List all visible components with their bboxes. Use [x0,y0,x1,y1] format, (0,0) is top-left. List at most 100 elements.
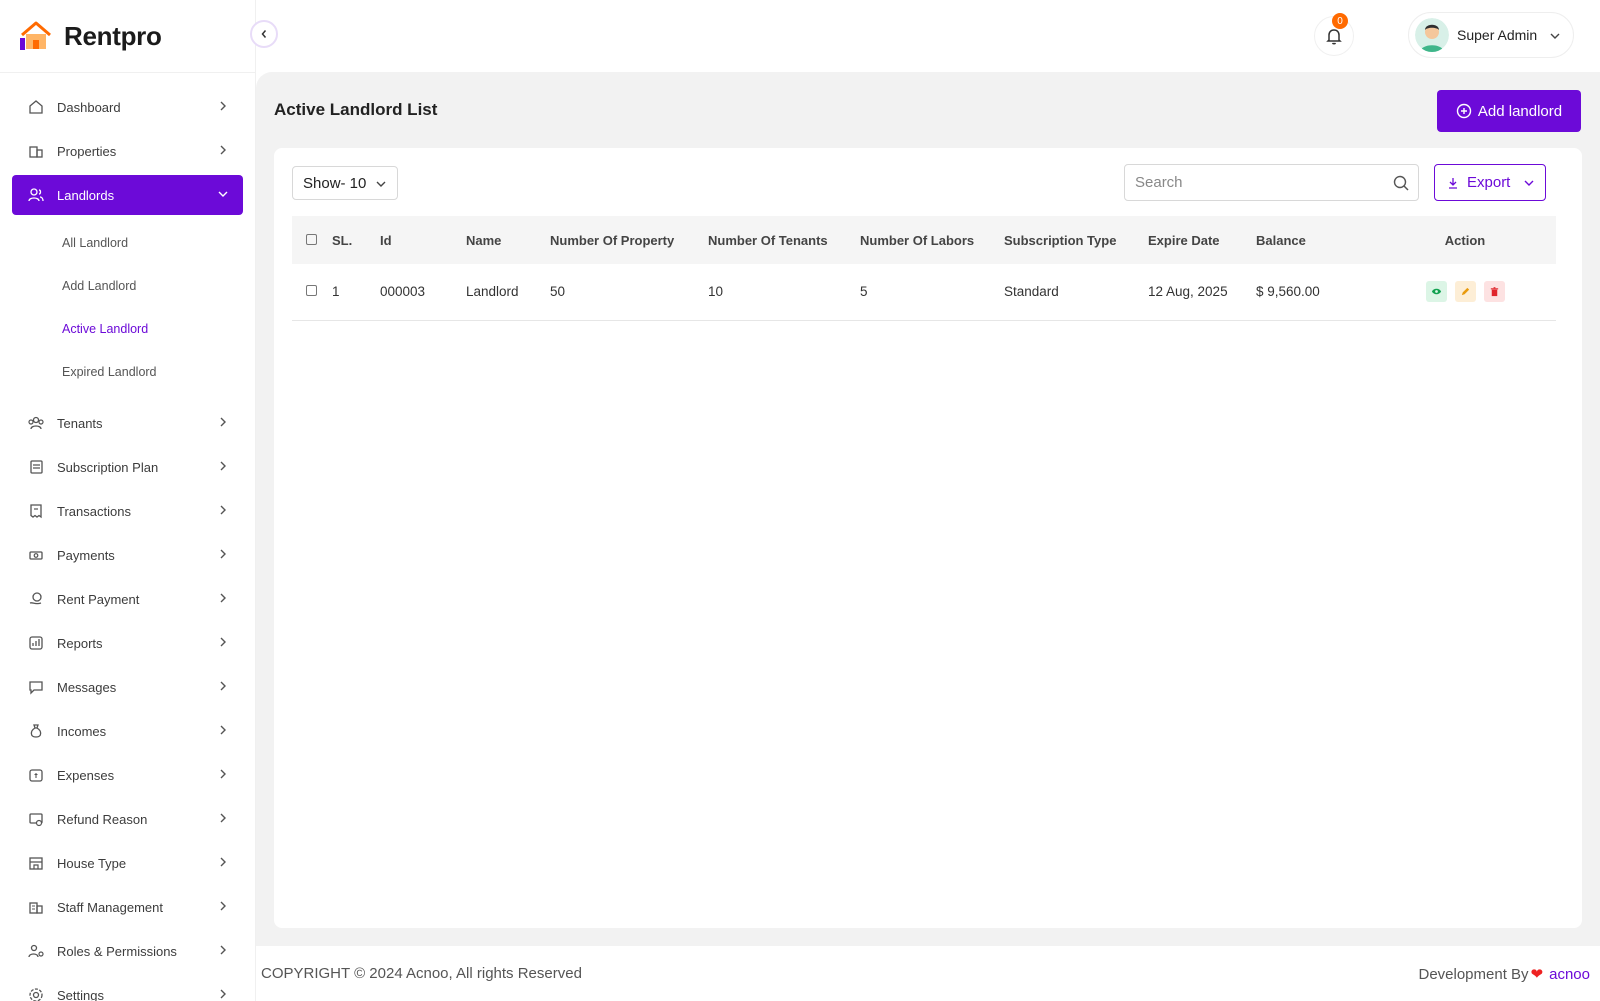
sidebar-item-transactions[interactable]: Transactions [12,491,243,531]
show-entries-value: Show- 10 [303,174,367,192]
column-header: Number Of Labors [860,232,975,248]
edit-button[interactable] [1454,281,1476,303]
chevron-right-icon [220,989,226,999]
sidebar-item-label: Landlords [57,187,115,203]
submenu-active-landlord[interactable]: Active Landlord [0,307,255,350]
chevron-right-icon [220,901,226,911]
sidebar-item-subscription-plan[interactable]: Subscription Plan [12,447,243,487]
wallet-icon [27,766,45,784]
column-header: Id [380,232,392,248]
building-icon [27,142,45,160]
row-checkbox[interactable] [306,285,317,297]
cash-icon [27,546,45,564]
select-all-checkbox[interactable] [306,233,317,245]
chat-icon [27,678,45,696]
sidebar-item-refund-reason[interactable]: Refund Reason [12,799,243,839]
sidebar-item-expenses[interactable]: Expenses [12,755,243,795]
money-bag-icon [27,722,45,740]
chevron-right-icon [220,945,226,955]
landlord-table: SL. Id Name Number Of Property Number Of… [292,216,1556,321]
submenu-add-landlord[interactable]: Add Landlord [0,264,255,307]
chevron-right-icon [220,857,226,867]
sidebar-item-incomes[interactable]: Incomes [12,711,243,751]
house-type-icon [27,854,45,872]
page-title: Active Landlord List [274,100,438,119]
add-landlord-label: Add landlord [1477,102,1563,120]
developer-link[interactable]: acnoo [1549,966,1590,983]
eye-icon [1431,289,1441,295]
column-header: Expire Date [1148,232,1220,248]
footer: COPYRIGHT © 2024 Acnoo, All rights Reser… [256,946,1600,1001]
download-icon [1449,177,1457,189]
export-button[interactable]: Export [1434,164,1546,201]
export-label: Export [1467,174,1511,191]
sidebar-item-label: Incomes [57,723,107,739]
sidebar-item-messages[interactable]: Messages [12,667,243,707]
column-header: SL. [332,232,353,248]
receipt-icon [27,502,45,520]
sidebar: Rentpro Dashboard Properties Landlords A… [0,0,256,1001]
landlords-submenu: All Landlord Add Landlord Active Landlor… [0,219,255,399]
sidebar-item-settings[interactable]: Settings [12,975,243,1001]
plus-circle-icon [1456,103,1472,119]
trash-icon [1490,287,1498,297]
landlord-list-card: Show- 10 Export SL. Id Name Number O [274,148,1582,928]
roles-icon [27,942,45,960]
sidebar-nav: Dashboard Properties Landlords All Landl… [0,73,255,1001]
users-icon [27,186,45,204]
brand[interactable]: Rentpro [0,0,255,73]
cell-labors: 5 [860,264,1004,321]
sidebar-item-tenants[interactable]: Tenants [12,403,243,443]
cell-tenants: 10 [708,264,860,321]
plan-icon [27,458,45,476]
sidebar-item-label: Roles & Permissions [57,943,177,959]
coin-hand-icon [27,590,45,608]
sidebar-item-label: Transactions [57,503,131,519]
chevron-right-icon [220,101,226,111]
topbar: 0 Super Admin [256,0,1600,72]
avatar [1415,18,1449,52]
chevron-down-icon [376,181,386,187]
heart-icon: ❤ [1530,966,1544,983]
sidebar-item-staff-management[interactable]: Staff Management [12,887,243,927]
chevron-right-icon [220,769,226,779]
sidebar-collapse-button[interactable] [250,20,278,48]
chevron-right-icon [220,637,226,647]
show-entries-select[interactable]: Show- 10 [292,166,398,200]
sidebar-item-label: Payments [57,547,115,563]
view-button[interactable] [1425,281,1447,303]
sidebar-item-landlords[interactable]: Landlords [12,175,243,215]
chevron-right-icon [220,549,226,559]
gear-icon [27,986,45,1001]
logo-icon [20,21,51,50]
delete-button[interactable] [1483,281,1505,303]
sidebar-item-dashboard[interactable]: Dashboard [12,87,243,127]
sidebar-item-label: Reports [57,635,103,651]
cell-properties: 50 [550,264,708,321]
sidebar-item-payments[interactable]: Payments [12,535,243,575]
row-actions [1374,281,1556,303]
home-icon [27,98,45,116]
submenu-expired-landlord[interactable]: Expired Landlord [0,350,255,393]
developer-credit: Development By ❤ acnoo [1418,965,1590,984]
sidebar-item-properties[interactable]: Properties [12,131,243,171]
chevron-right-icon [220,461,226,471]
copyright-text: COPYRIGHT © 2024 Acnoo, All rights Reser… [261,965,582,982]
search-icon[interactable] [1392,174,1410,192]
user-menu[interactable]: Super Admin [1408,12,1574,58]
submenu-all-landlord[interactable]: All Landlord [0,221,255,264]
column-header: Action [1444,232,1486,248]
sidebar-item-rent-payment[interactable]: Rent Payment [12,579,243,619]
chevron-down-icon [218,191,228,197]
sidebar-item-label: Rent Payment [57,591,140,607]
sidebar-item-house-type[interactable]: House Type [12,843,243,883]
staff-icon [27,898,45,916]
column-header: Subscription Type [1004,232,1117,248]
search-input[interactable] [1125,165,1418,200]
sidebar-item-label: Expenses [57,767,115,783]
notification-count-badge: 0 [1332,13,1348,29]
add-landlord-button[interactable]: Add landlord [1437,90,1581,132]
sidebar-item-roles-permissions[interactable]: Roles & Permissions [12,931,243,971]
sidebar-item-reports[interactable]: Reports [12,623,243,663]
credit-prefix: Development By [1418,965,1529,983]
